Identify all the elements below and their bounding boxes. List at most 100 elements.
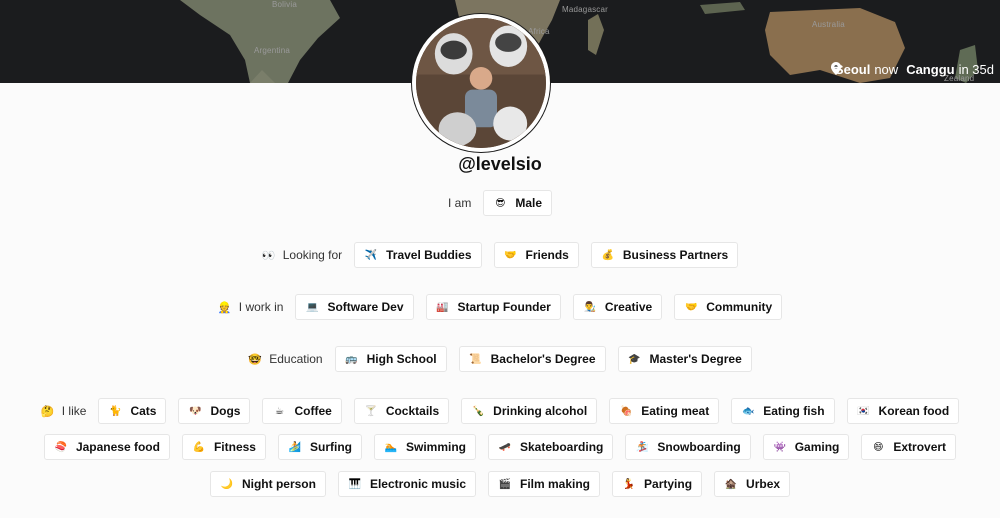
chip-masters-degree[interactable]: 🎓 Master's Degree — [617, 346, 752, 372]
chip-urbex[interactable]: 🏚️ Urbex — [714, 471, 791, 497]
chip-label: Extrovert — [893, 440, 947, 454]
now-label: now — [874, 62, 899, 77]
chip-cats[interactable]: 🐈 Cats — [98, 398, 167, 424]
chip-friends[interactable]: 🤝 Friends — [493, 242, 579, 268]
chip-community[interactable]: 🤝 Community — [674, 294, 783, 320]
chip-creative[interactable]: 👨‍🎨 Creative — [572, 294, 663, 320]
chip-label: Eating fish — [763, 404, 825, 418]
snowboarder-icon: 🏂 — [636, 441, 649, 453]
worker-icon: 👷 — [217, 301, 232, 314]
map-label-madagascar: Madagascar — [562, 5, 609, 14]
chip-label: Japanese food — [75, 440, 160, 454]
chip-skateboarding[interactable]: 🛹 Skateboarding — [488, 434, 614, 460]
chip-label: Korean food — [878, 404, 950, 418]
chip-coffee[interactable]: ☕ Coffee — [262, 398, 342, 424]
chip-eating-fish[interactable]: 🐟 Eating fish — [731, 398, 835, 424]
surfer-icon: 🏄 — [288, 441, 302, 453]
chip-label: Eating meat — [641, 404, 710, 418]
cat-icon: 🐈 — [109, 405, 122, 417]
chip-bachelors-degree[interactable]: 📜 Bachelor's Degree — [458, 346, 606, 372]
dog-icon: 🐶 — [189, 405, 202, 417]
work-text: I work in — [238, 300, 284, 314]
chip-partying[interactable]: 💃 Partying — [612, 471, 703, 497]
fish-icon: 🐟 — [741, 405, 755, 417]
chip-label: Cocktails — [385, 404, 440, 418]
chip-swimming[interactable]: 🏊 Swimming — [373, 434, 476, 460]
chip-business-partners[interactable]: 💰 Business Partners — [590, 242, 739, 268]
chip-drinking-alcohol[interactable]: 🍾 Drinking alcohol — [461, 398, 598, 424]
chip-label: Friends — [525, 248, 569, 262]
section-looking-for: 👀 Looking for ✈️ Travel Buddies 🤝 Friend… — [0, 242, 1000, 268]
section-likes-row-2: 🍣 Japanese food 💪 Fitness 🏄 Surfing 🏊 Sw… — [0, 434, 1000, 460]
chip-surfing[interactable]: 🏄 Surfing — [277, 434, 362, 460]
clapper-icon: 🎬 — [498, 478, 512, 490]
chip-cocktails[interactable]: 🍸 Cocktails — [353, 398, 450, 424]
i-am-label: I am — [447, 196, 472, 210]
travel-status[interactable]: Seoul now Canggu in 35d — [830, 62, 994, 77]
chip-label: Male — [515, 196, 543, 210]
chip-label: Software Dev — [327, 300, 404, 314]
chip-male[interactable]: 😎 Male — [483, 190, 553, 216]
scroll-icon: 📜 — [469, 353, 482, 365]
username: @levelsio — [458, 154, 542, 174]
chip-snowboarding[interactable]: 🏂 Snowboarding — [625, 434, 751, 460]
chip-label: Electronic music — [369, 477, 466, 491]
chip-korean-food[interactable]: 🇰🇷 Korean food — [846, 398, 960, 424]
bottle-icon: 🍾 — [471, 405, 485, 417]
swimmer-icon: 🏊 — [384, 441, 398, 453]
cool-face-icon: 😎 — [495, 197, 506, 209]
smile-icon: 😄 — [873, 441, 884, 453]
chip-label: Night person — [241, 477, 316, 491]
nerd-face-icon: 🤓 — [248, 353, 263, 366]
cocktail-icon: 🍸 — [364, 405, 378, 417]
chip-night-person[interactable]: 🌙 Night person — [209, 471, 326, 497]
next-city: Canggu — [906, 62, 955, 77]
chip-dogs[interactable]: 🐶 Dogs — [178, 398, 251, 424]
chip-travel-buddies[interactable]: ✈️ Travel Buddies — [354, 242, 482, 268]
chip-extrovert[interactable]: 😄 Extrovert — [861, 434, 957, 460]
chip-startup-founder[interactable]: 🏭 Startup Founder — [425, 294, 561, 320]
alien-monster-icon: 👾 — [773, 441, 786, 453]
education-text: Education — [269, 352, 323, 366]
likes-label: 🤔 I like — [41, 404, 87, 418]
travel-time: in 35d — [958, 62, 994, 77]
factory-icon: 🏭 — [436, 301, 449, 313]
sushi-icon: 🍣 — [54, 441, 68, 453]
bus-icon: 🚌 — [345, 353, 358, 365]
chip-label: Coffee — [294, 404, 332, 418]
map-label-argentina: Argentina — [254, 46, 291, 55]
chip-label: Startup Founder — [457, 300, 551, 314]
chip-film-making[interactable]: 🎬 Film making — [488, 471, 601, 497]
chip-electronic-music[interactable]: 🎹 Electronic music — [337, 471, 476, 497]
looking-for-label: 👀 Looking for — [262, 248, 342, 262]
laptop-icon: 💻 — [306, 301, 319, 313]
handshake-icon: 🤝 — [684, 301, 698, 313]
chip-gaming[interactable]: 👾 Gaming — [762, 434, 850, 460]
chip-label: Cats — [130, 404, 157, 418]
avatar[interactable] — [412, 14, 550, 152]
chip-japanese-food[interactable]: 🍣 Japanese food — [43, 434, 170, 460]
chip-label: Film making — [520, 477, 591, 491]
section-i-am: I am 😎 Male — [0, 190, 1000, 216]
chip-software-dev[interactable]: 💻 Software Dev — [295, 294, 414, 320]
chip-label: Partying — [644, 477, 693, 491]
section-likes-row-1: 🤔 I like 🐈 Cats 🐶 Dogs ☕ Coffee 🍸 Cockta… — [0, 398, 1000, 424]
work-label: 👷 I work in — [218, 300, 284, 314]
flexed-bicep-icon: 💪 — [192, 441, 206, 453]
map-label-bolivia: Bolivia — [272, 0, 297, 9]
section-work: 👷 I work in 💻 Software Dev 🏭 Startup Fou… — [0, 294, 1000, 320]
education-label: 🤓 Education — [248, 352, 322, 366]
thinking-face-icon: 🤔 — [40, 405, 55, 418]
artist-icon: 👨‍🎨 — [583, 301, 597, 313]
chip-eating-meat[interactable]: 🍖 Eating meat — [609, 398, 720, 424]
chip-label: Urbex — [746, 477, 781, 491]
chip-high-school[interactable]: 🚌 High School — [334, 346, 447, 372]
chip-label: Gaming — [794, 440, 840, 454]
chip-label: Travel Buddies — [386, 248, 472, 262]
chip-fitness[interactable]: 💪 Fitness — [181, 434, 266, 460]
coffee-icon: ☕ — [274, 405, 284, 417]
chip-label: Business Partners — [622, 248, 729, 262]
chip-label: Surfing — [309, 440, 352, 454]
chip-label: High School — [366, 352, 437, 366]
chip-label: Bachelor's Degree — [490, 352, 596, 366]
